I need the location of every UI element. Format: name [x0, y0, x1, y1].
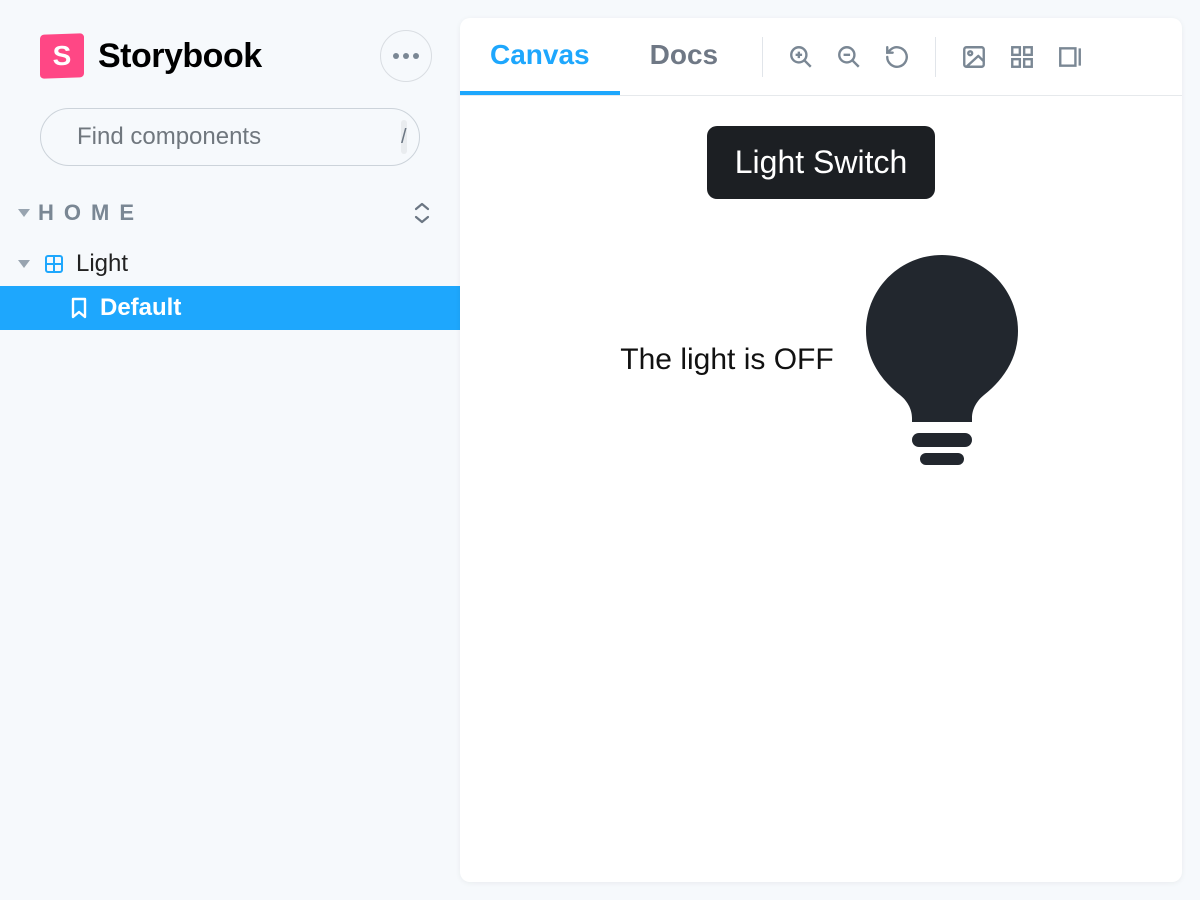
sidebar-header: Storybook — [0, 30, 460, 82]
search-container: / — [0, 108, 460, 166]
zoom-out-button[interactable] — [825, 33, 873, 81]
more-menu-button[interactable] — [380, 30, 432, 82]
grid-icon — [1009, 44, 1035, 70]
background-button[interactable] — [950, 33, 998, 81]
tab-docs-label: Docs — [650, 39, 718, 71]
refresh-icon — [884, 44, 910, 70]
toolbar-divider — [762, 37, 763, 77]
section-header-left: HOME — [18, 200, 144, 226]
caret-down-icon — [18, 260, 30, 268]
zoom-out-icon — [836, 44, 862, 70]
tab-canvas-label: Canvas — [490, 39, 590, 71]
ellipsis-icon — [393, 53, 419, 59]
search-shortcut-badge: / — [401, 120, 407, 154]
light-status-text: The light is OFF — [620, 343, 833, 377]
component-icon — [44, 254, 64, 274]
tree-story-label: Default — [100, 294, 181, 322]
bookmark-icon — [70, 297, 88, 319]
section-title: HOME — [38, 200, 144, 226]
caret-down-icon — [18, 209, 30, 217]
light-switch-button[interactable]: Light Switch — [707, 126, 936, 199]
light-status-row: The light is OFF — [488, 255, 1154, 465]
viewport-icon — [1057, 44, 1083, 70]
brand[interactable]: Storybook — [40, 34, 262, 78]
tab-canvas[interactable]: Canvas — [460, 18, 620, 95]
grid-button[interactable] — [998, 33, 1046, 81]
sidebar: Storybook / HOME Light — [0, 0, 460, 900]
tab-docs[interactable]: Docs — [620, 18, 748, 95]
search-field[interactable]: / — [40, 108, 420, 166]
image-icon — [961, 44, 987, 70]
brand-name: Storybook — [98, 37, 262, 76]
lightbulb-icon — [862, 255, 1022, 465]
toolbar: Canvas Docs — [460, 18, 1182, 96]
search-input[interactable] — [77, 123, 387, 151]
tree-component-light[interactable]: Light — [0, 242, 460, 286]
zoom-in-icon — [788, 44, 814, 70]
storybook-logo-icon — [40, 33, 84, 79]
toolbar-divider — [935, 37, 936, 77]
section-header[interactable]: HOME — [0, 200, 460, 226]
preview-panel: Canvas Docs Ligh — [460, 18, 1182, 882]
tree-component-label: Light — [76, 250, 128, 278]
zoom-reset-button[interactable] — [873, 33, 921, 81]
zoom-in-button[interactable] — [777, 33, 825, 81]
collapse-all-icon[interactable] — [412, 202, 432, 224]
tree-story-default[interactable]: Default — [0, 286, 460, 330]
main-panel: Canvas Docs Ligh — [460, 0, 1200, 900]
tabs: Canvas Docs — [460, 18, 748, 95]
viewport-button[interactable] — [1046, 33, 1094, 81]
canvas-area: Light Switch The light is OFF — [460, 96, 1182, 882]
story-tree: Light Default — [0, 242, 460, 330]
